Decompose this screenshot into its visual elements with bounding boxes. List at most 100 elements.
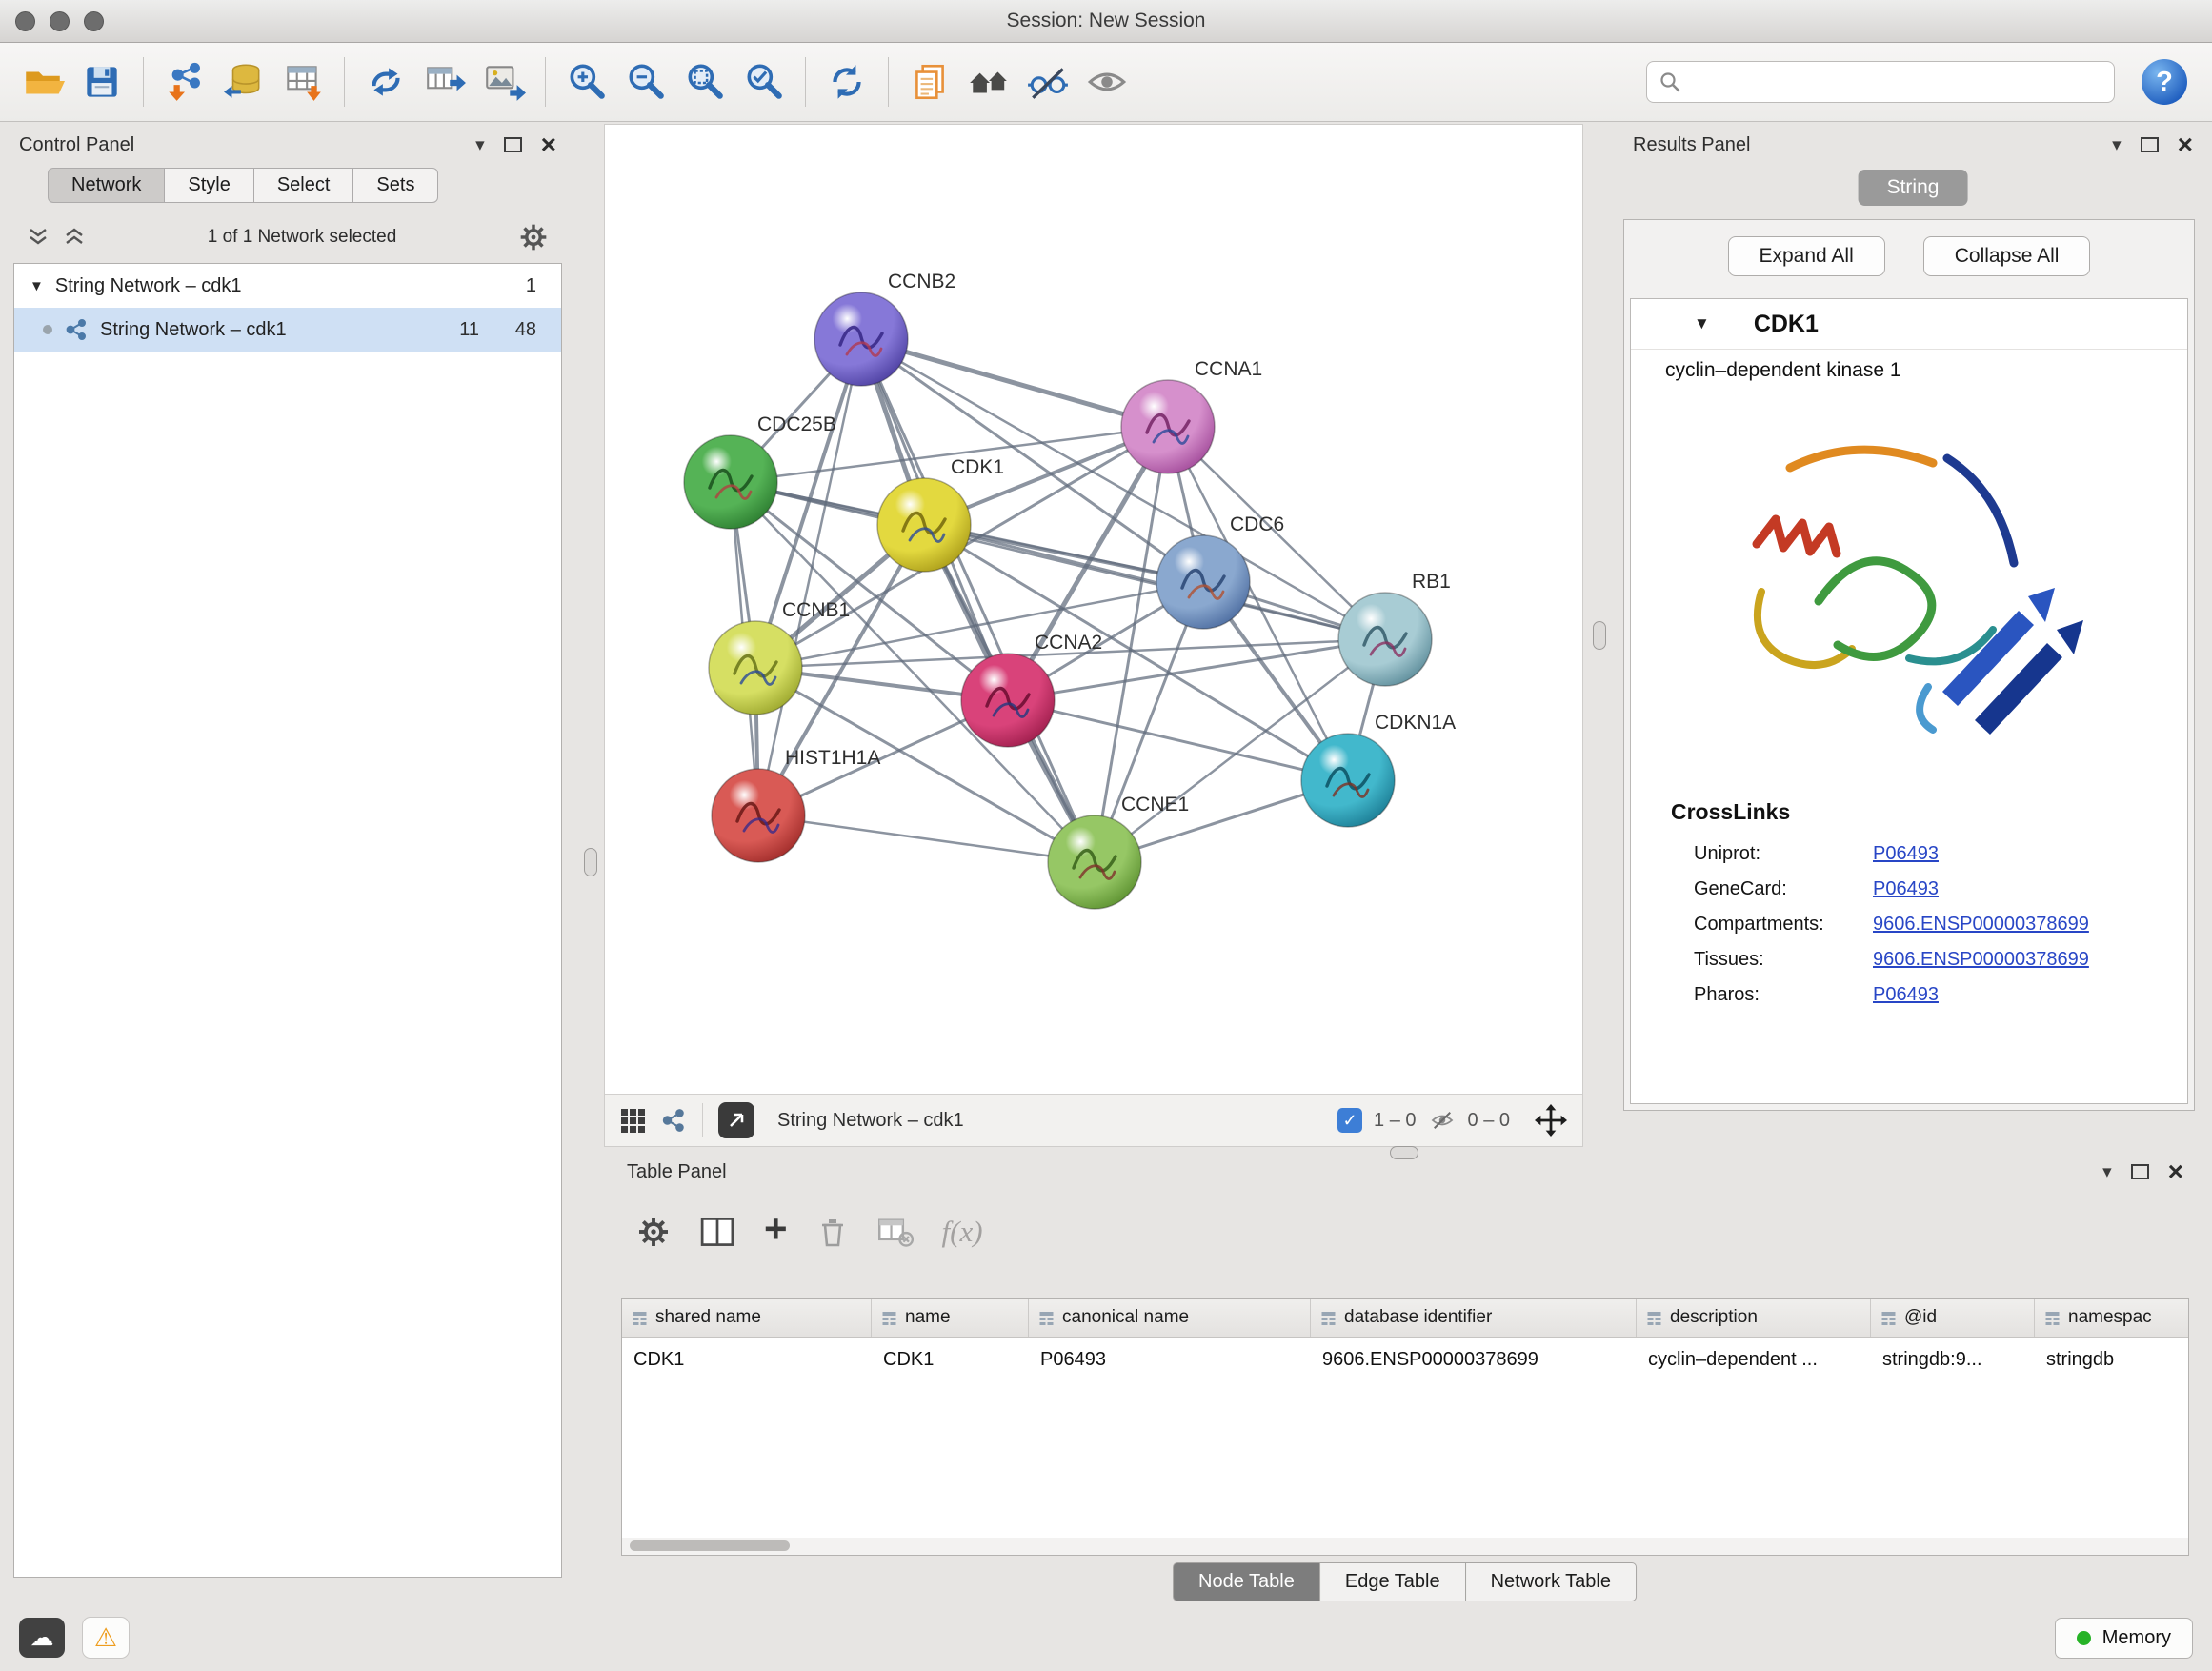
crosslink-link[interactable]: P06493 (1873, 984, 1939, 1006)
crosslink-link[interactable]: P06493 (1873, 843, 1939, 865)
collapse-panel-icon[interactable]: ▾ (2112, 136, 2122, 154)
float-panel-icon[interactable] (2141, 137, 2159, 152)
starter-panel-button[interactable] (961, 53, 1016, 111)
window-zoom-button[interactable] (84, 11, 104, 31)
network-node-CDC6[interactable] (1156, 535, 1250, 629)
export-image-button[interactable] (476, 53, 532, 111)
hide-graphics-details-button[interactable] (1020, 53, 1076, 111)
network-node-CCNA2[interactable] (961, 654, 1055, 747)
table-row[interactable]: CDK1CDK1P064939606.ENSP00000378699cyclin… (622, 1338, 2188, 1381)
grid-view-icon[interactable] (620, 1108, 645, 1133)
column-header-namespac[interactable]: namespac (2035, 1299, 2189, 1337)
search-box[interactable] (1646, 61, 2115, 103)
help-button[interactable]: ? (2142, 59, 2187, 105)
network-status-dot (43, 325, 52, 334)
window-minimize-button[interactable] (50, 11, 70, 31)
splitter-handle[interactable] (584, 848, 597, 876)
tab-network-table[interactable]: Network Table (1465, 1562, 1637, 1601)
tab-string[interactable]: String (1859, 170, 1968, 206)
node-table[interactable]: shared namenamecanonical namedatabase id… (621, 1298, 2189, 1540)
tab-network[interactable]: Network (48, 168, 164, 203)
function-builder-button[interactable]: f(x) (942, 1215, 983, 1249)
network-collection-row[interactable]: ▼ String Network – cdk1 1 (14, 264, 561, 308)
tab-sets[interactable]: Sets (352, 168, 438, 203)
show-graphics-details-button[interactable] (1079, 53, 1135, 111)
network-node-CCNB2[interactable] (814, 292, 908, 386)
birdseye-view-icon[interactable] (660, 1107, 687, 1134)
gear-icon[interactable] (518, 222, 549, 252)
expand-all-button[interactable]: Expand All (1728, 236, 1885, 276)
network-node-CDKN1A[interactable] (1301, 734, 1395, 827)
import-table-button[interactable] (275, 53, 331, 111)
column-header-database-identifier[interactable]: database identifier (1311, 1299, 1637, 1337)
close-panel-icon[interactable]: × (2168, 1158, 2183, 1185)
crosslink-link[interactable]: 9606.ENSP00000378699 (1873, 914, 2089, 936)
window-close-button[interactable] (15, 11, 35, 31)
column-header-description[interactable]: description (1637, 1299, 1871, 1337)
collapse-all-icon[interactable] (27, 227, 50, 248)
columns-icon[interactable] (699, 1216, 735, 1248)
float-panel-icon[interactable] (2131, 1164, 2149, 1179)
import-network-file-button[interactable] (157, 53, 212, 111)
float-panel-icon[interactable] (504, 137, 522, 152)
network-canvas[interactable]: CCNB2CCNA1CDC25BCDK1CDC6RB1CCNB1CCNA2CDK… (605, 125, 1582, 1095)
tab-select[interactable]: Select (253, 168, 353, 203)
expand-all-icon[interactable] (63, 227, 86, 248)
scrollbar-thumb[interactable] (630, 1540, 790, 1551)
export-view-button[interactable] (718, 1102, 754, 1138)
apply-layout-button[interactable] (819, 53, 875, 111)
pan-crosshair-icon[interactable] (1535, 1104, 1567, 1137)
hidden-eye-slash-icon[interactable] (1428, 1108, 1457, 1133)
tab-node-table[interactable]: Node Table (1173, 1562, 1320, 1601)
new-network-from-selection-button[interactable] (358, 53, 413, 111)
network-node-CDC25B[interactable] (684, 435, 777, 529)
column-header-name[interactable]: name (872, 1299, 1029, 1337)
zoom-in-button[interactable] (559, 53, 614, 111)
close-panel-icon[interactable]: × (541, 131, 556, 158)
tab-style[interactable]: Style (164, 168, 252, 203)
network-node-CCNE1[interactable] (1048, 815, 1141, 909)
export-table-button[interactable] (417, 53, 473, 111)
selected-checkbox-icon[interactable]: ✓ (1337, 1108, 1362, 1133)
crosslink-link[interactable]: 9606.ENSP00000378699 (1873, 949, 2089, 971)
memory-button[interactable]: Memory (2055, 1618, 2193, 1659)
splitter-handle[interactable] (1390, 1146, 1418, 1159)
network-view[interactable]: CCNB2CCNA1CDC25BCDK1CDC6RB1CCNB1CCNA2CDK… (604, 124, 1583, 1147)
splitter-handle[interactable] (1593, 621, 1606, 650)
table-export-icon (423, 60, 467, 104)
horizontal-scrollbar[interactable] (621, 1538, 2189, 1556)
search-input[interactable] (1689, 70, 2102, 94)
collapse-all-button[interactable]: Collapse All (1923, 236, 2091, 276)
zoom-out-button[interactable] (618, 53, 674, 111)
collapse-panel-icon[interactable]: ▾ (2102, 1163, 2112, 1181)
import-network-database-button[interactable] (216, 53, 271, 111)
zoom-fit-button[interactable] (677, 53, 733, 111)
close-panel-icon[interactable]: × (2178, 131, 2193, 158)
zoom-selected-button[interactable] (736, 53, 792, 111)
collapse-gene-icon[interactable]: ▼ (1694, 314, 1710, 333)
cloud-button[interactable]: ☁ (19, 1618, 65, 1658)
delete-table-icon[interactable] (877, 1216, 914, 1248)
tab-edge-table[interactable]: Edge Table (1319, 1562, 1466, 1601)
network-node-CDK1[interactable] (877, 478, 971, 572)
add-column-button[interactable]: + (764, 1209, 788, 1249)
tree-expand-icon[interactable]: ▼ (30, 278, 44, 294)
network-node-CCNA1[interactable] (1121, 380, 1215, 473)
gear-icon[interactable] (636, 1215, 671, 1249)
network-node-HIST1H1A[interactable] (712, 769, 805, 862)
gene-header[interactable]: ▼ CDK1 (1631, 299, 2187, 350)
clone-network-button[interactable] (902, 53, 957, 111)
save-session-button[interactable] (74, 53, 130, 111)
column-header--id[interactable]: @id (1871, 1299, 2035, 1337)
open-session-button[interactable] (15, 53, 70, 111)
column-header-shared-name[interactable]: shared name (622, 1299, 872, 1337)
network-node-CCNB1[interactable] (709, 621, 802, 715)
collapse-panel-icon[interactable]: ▾ (475, 136, 485, 154)
warnings-button[interactable]: ⚠ (82, 1617, 130, 1659)
table-body: CDK1CDK1P064939606.ENSP00000378699cyclin… (622, 1338, 2188, 1381)
trash-icon[interactable] (816, 1215, 849, 1249)
network-node-RB1[interactable] (1338, 593, 1432, 686)
column-header-canonical-name[interactable]: canonical name (1029, 1299, 1311, 1337)
crosslink-link[interactable]: P06493 (1873, 878, 1939, 900)
network-row[interactable]: String Network – cdk1 11 48 (14, 308, 561, 352)
